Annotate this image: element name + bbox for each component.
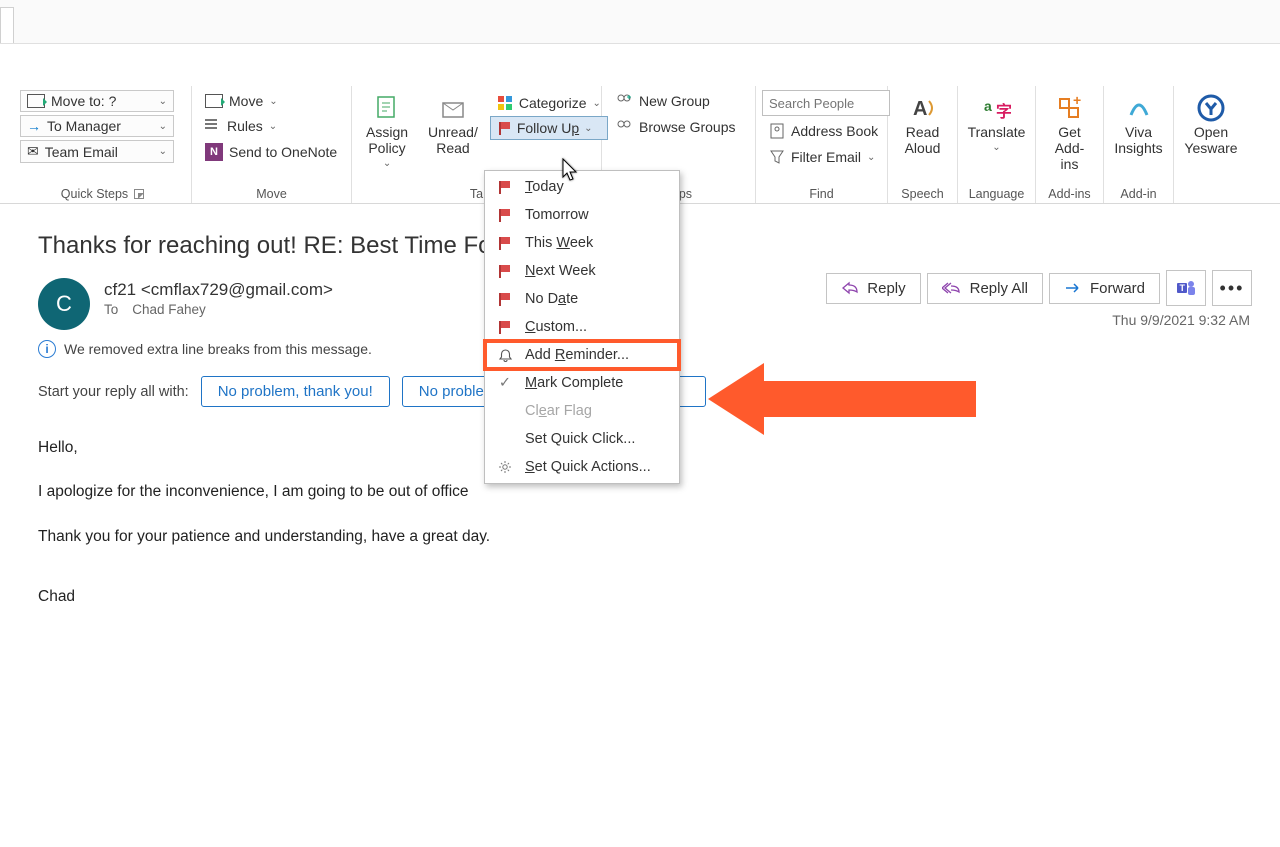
- unread-read-button[interactable]: Unread/ Read: [420, 90, 486, 156]
- translate-icon: a字: [983, 94, 1011, 122]
- yesware-icon: [1197, 94, 1225, 122]
- window-tab[interactable]: [0, 7, 14, 43]
- filter-email-button[interactable]: Filter Email⌄: [762, 146, 882, 168]
- address-book-button[interactable]: Address Book: [762, 120, 885, 142]
- quickstep-move-to[interactable]: Move to: ?⌄: [20, 90, 174, 112]
- menu-set-quick-actions[interactable]: Set Quick Actions...: [485, 453, 679, 481]
- new-group-button[interactable]: New Group: [608, 90, 717, 112]
- flag-icon: [499, 265, 512, 278]
- group-label-find: Find: [762, 185, 881, 201]
- open-yesware-button[interactable]: Open Yesware: [1180, 90, 1242, 156]
- dialog-launcher-icon[interactable]: [134, 189, 144, 199]
- folder-move-icon: [27, 94, 45, 108]
- policy-icon: [373, 94, 401, 122]
- group-label-quicksteps: Quick Steps: [61, 187, 128, 201]
- browse-groups-button[interactable]: Browse Groups: [608, 116, 742, 138]
- forward-icon: [1064, 281, 1082, 295]
- reply-button[interactable]: Reply: [826, 273, 920, 304]
- rules-button[interactable]: Rules⌄: [198, 115, 284, 137]
- group-label-addins: Add-ins: [1042, 185, 1097, 201]
- teams-icon: T: [1175, 277, 1197, 299]
- funnel-icon: [769, 149, 785, 165]
- svg-text:T: T: [1180, 283, 1186, 293]
- rules-icon: [205, 119, 221, 133]
- bell-icon: [497, 348, 513, 363]
- group-label-move: Move: [198, 185, 345, 201]
- read-aloud-button[interactable]: A Read Aloud: [894, 90, 951, 156]
- message-actions: Reply Reply All Forward T •••: [826, 270, 1252, 306]
- sender-name: cf21 <cmflax729@gmail.com>: [104, 280, 333, 300]
- people-plus-icon: [615, 93, 633, 109]
- message-date: Thu 9/9/2021 9:32 AM: [1112, 312, 1250, 328]
- svg-text:+: +: [1073, 95, 1081, 108]
- menu-this-week[interactable]: This Week: [485, 229, 679, 257]
- gear-icon: [497, 460, 513, 474]
- categorize-button[interactable]: Categorize⌄: [490, 92, 608, 114]
- ellipsis-icon: •••: [1220, 278, 1245, 299]
- reply-all-icon: [942, 281, 962, 295]
- viva-icon: [1125, 94, 1153, 122]
- menu-mark-complete[interactable]: ✓ Mark Complete: [485, 369, 679, 397]
- forward-button[interactable]: Forward: [1049, 273, 1160, 304]
- assign-policy-button[interactable]: Assign Policy⌄: [358, 90, 416, 170]
- search-people-input[interactable]: [762, 90, 890, 116]
- translate-button[interactable]: a字 Translate⌄: [964, 90, 1029, 154]
- menu-no-date[interactable]: No Date: [485, 285, 679, 313]
- group-label-language: Language: [964, 185, 1029, 201]
- address-book-icon: [769, 123, 785, 139]
- menu-next-week[interactable]: Next Week: [485, 257, 679, 285]
- menu-today[interactable]: Today: [485, 173, 679, 201]
- svg-text:a: a: [984, 98, 992, 114]
- ribbon-spacer: [0, 44, 1280, 86]
- more-actions-button[interactable]: •••: [1212, 270, 1252, 306]
- menu-add-reminder[interactable]: Add Reminder...: [485, 341, 679, 369]
- read-aloud-icon: A: [909, 94, 937, 122]
- categorize-icon: [497, 95, 513, 111]
- envelope-icon: ✉: [27, 143, 39, 160]
- svg-text:A: A: [913, 98, 927, 120]
- reply-all-button[interactable]: Reply All: [927, 273, 1043, 304]
- info-icon: i: [38, 340, 56, 358]
- get-addins-button[interactable]: + Get Add-ins: [1042, 90, 1097, 172]
- folder-move-icon: [205, 94, 223, 108]
- title-bar: [0, 0, 1280, 44]
- flag-icon: [499, 237, 512, 250]
- reply-icon: [841, 281, 859, 295]
- menu-set-quick-click[interactable]: Set Quick Click...: [485, 425, 679, 453]
- teams-share-button[interactable]: T: [1166, 270, 1206, 306]
- people-icon: [615, 119, 633, 135]
- flag-icon: [499, 181, 512, 194]
- flag-icon: [499, 321, 512, 334]
- addins-icon: +: [1056, 94, 1084, 122]
- follow-up-menu: Today Tomorrow This Week Next Week No Da…: [484, 170, 680, 484]
- suggested-replies-label: Start your reply all with:: [38, 384, 189, 400]
- quickstep-team-email[interactable]: ✉ Team Email⌄: [20, 140, 174, 163]
- svg-text:字: 字: [996, 102, 1011, 121]
- menu-custom[interactable]: Custom...: [485, 313, 679, 341]
- sender-avatar[interactable]: C: [38, 278, 90, 330]
- onenote-icon: N: [205, 143, 223, 161]
- flag-icon: [499, 122, 512, 135]
- group-label-viva: Add-in: [1110, 185, 1167, 201]
- move-button[interactable]: Move⌄: [198, 90, 285, 112]
- flag-icon: [499, 209, 512, 222]
- check-icon: ✓: [497, 375, 513, 391]
- viva-insights-button[interactable]: Viva Insights: [1110, 90, 1167, 156]
- follow-up-button[interactable]: Follow Up⌄: [490, 116, 608, 140]
- envelope-open-icon: [439, 94, 467, 122]
- menu-clear-flag: Clear Flag: [485, 397, 679, 425]
- group-label-speech: Speech: [894, 185, 951, 201]
- send-to-onenote-button[interactable]: NSend to OneNote: [198, 140, 344, 164]
- suggested-reply-1[interactable]: No problem, thank you!: [201, 376, 390, 407]
- to-manager-icon: →: [27, 118, 41, 134]
- to-line: ToChad Fahey: [104, 302, 333, 317]
- flag-icon: [499, 293, 512, 306]
- menu-tomorrow[interactable]: Tomorrow: [485, 201, 679, 229]
- quickstep-to-manager[interactable]: → To Manager⌄: [20, 115, 174, 137]
